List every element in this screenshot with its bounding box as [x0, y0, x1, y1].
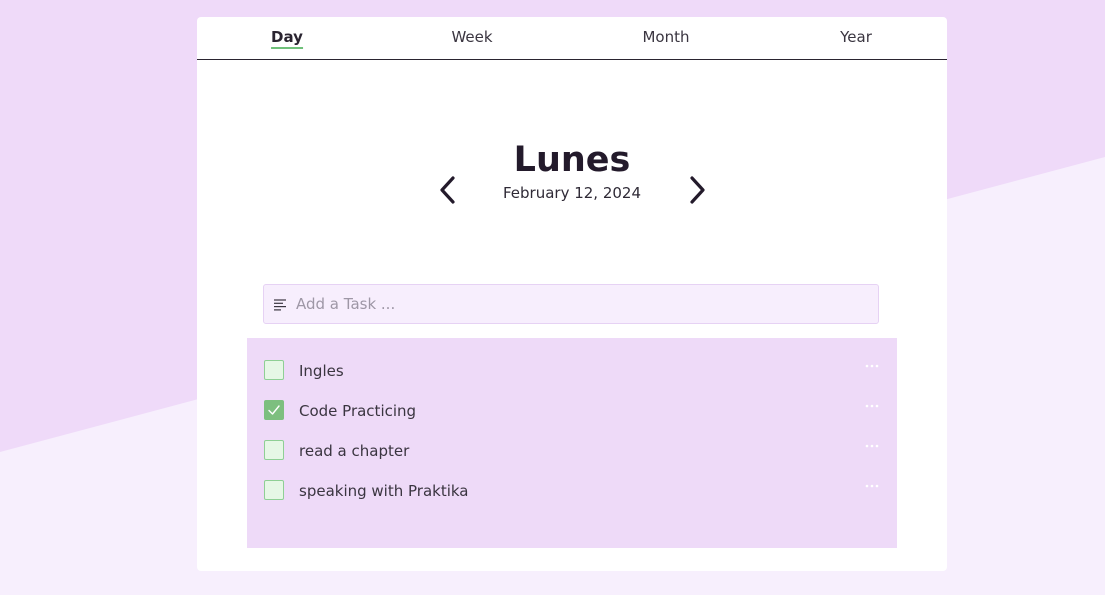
ellipsis-icon	[865, 484, 879, 488]
next-day-button[interactable]	[683, 172, 711, 208]
day-header: Lunes February 12, 2024	[197, 137, 947, 217]
tab-week[interactable]: Week	[451, 28, 492, 46]
task-item: Code Practicing	[247, 399, 897, 431]
ellipsis-icon	[865, 404, 879, 408]
chevron-right-icon	[690, 176, 705, 204]
previous-day-button[interactable]	[434, 172, 462, 208]
day-name: Lunes	[513, 140, 631, 180]
ellipsis-icon	[865, 364, 879, 368]
more-options-button[interactable]	[859, 439, 885, 453]
task-label: speaking with Praktika	[299, 482, 469, 500]
task-checkbox[interactable]	[264, 440, 284, 460]
task-item: speaking with Praktika	[247, 479, 897, 511]
task-label: read a chapter	[299, 442, 410, 460]
task-item: read a chapter	[247, 439, 897, 471]
ellipsis-icon	[865, 444, 879, 448]
task-list: Ingles Code Practicing read a chapter sp…	[247, 338, 897, 548]
checkmark-icon	[268, 405, 280, 415]
more-options-button[interactable]	[859, 399, 885, 413]
task-checkbox[interactable]	[264, 480, 284, 500]
add-task-bar	[263, 284, 879, 324]
tab-year[interactable]: Year	[840, 28, 872, 46]
more-options-button[interactable]	[859, 479, 885, 493]
more-options-button[interactable]	[859, 359, 885, 373]
day-date: February 12, 2024	[502, 184, 642, 202]
task-item: Ingles	[247, 359, 897, 391]
text-lines-icon	[274, 299, 286, 311]
view-tabs: Day Week Month Year	[197, 17, 947, 60]
task-checkbox[interactable]	[264, 400, 284, 420]
tab-month[interactable]: Month	[642, 28, 689, 46]
chevron-left-icon	[440, 176, 455, 204]
tab-day[interactable]: Day	[271, 28, 303, 49]
task-checkbox[interactable]	[264, 360, 284, 380]
planner-card: Day Week Month Year Lunes February 12, 2…	[197, 17, 947, 571]
add-task-input[interactable]	[296, 285, 866, 323]
task-label: Ingles	[299, 362, 344, 380]
task-label: Code Practicing	[299, 402, 417, 420]
